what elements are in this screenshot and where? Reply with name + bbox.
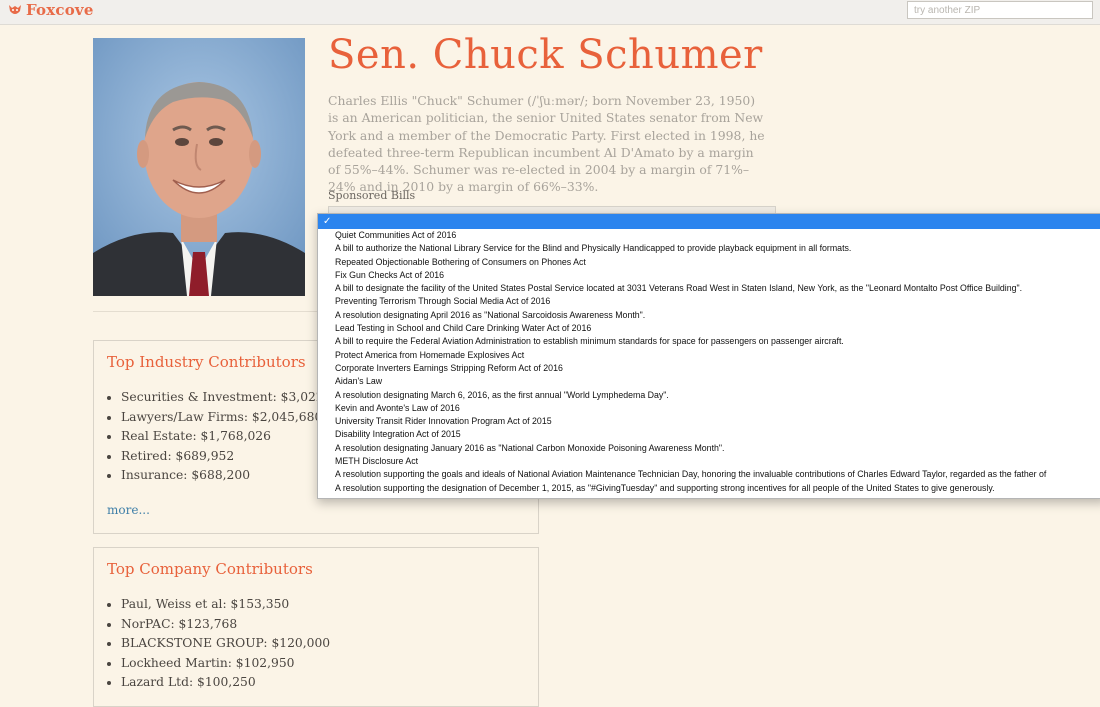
company-contributors-title: Top Company Contributors: [107, 560, 313, 578]
company-contributors-panel: Top Company Contributors Paul, Weiss et …: [93, 547, 539, 707]
dropdown-option[interactable]: A resolution supporting the goals and id…: [318, 468, 1100, 481]
dropdown-selected-option[interactable]: ✓: [318, 214, 1100, 229]
dropdown-option[interactable]: Repeated Objectionable Bothering of Cons…: [318, 256, 1100, 269]
senator-portrait: [93, 38, 305, 296]
dropdown-option[interactable]: Quiet Communities Act of 2016: [318, 229, 1100, 242]
more-link[interactable]: more...: [107, 503, 150, 517]
dropdown-option[interactable]: A resolution designating March 6, 2016, …: [318, 389, 1100, 402]
industry-contributors-title: Top Industry Contributors: [107, 353, 306, 371]
dropdown-option[interactable]: Corporate Inverters Earnings Stripping R…: [318, 362, 1100, 375]
dropdown-option[interactable]: METH Disclosure Act: [318, 455, 1100, 468]
dropdown-option[interactable]: A resolution designating April 2016 as "…: [318, 309, 1100, 322]
logo[interactable]: Foxcove: [7, 1, 94, 19]
sponsored-bills-dropdown[interactable]: ✓ Quiet Communities Act of 2016 A bill t…: [317, 213, 1100, 499]
list-item: BLACKSTONE GROUP: $120,000: [121, 634, 330, 654]
dropdown-option[interactable]: A bill to authorize the National Library…: [318, 242, 1100, 255]
dropdown-option[interactable]: A resolution designating January 2016 as…: [318, 442, 1100, 455]
list-item: Paul, Weiss et al: $153,350: [121, 595, 330, 615]
list-item: Lazard Ltd: $100,250: [121, 673, 330, 693]
list-item: NorPAC: $123,768: [121, 615, 330, 635]
dropdown-option[interactable]: A bill to require the Federal Aviation A…: [318, 335, 1100, 348]
industry-contributors-list: Securities & Investment: $3,022,231 Lawy…: [107, 388, 351, 486]
senator-bio: Charles Ellis "Chuck" Schumer (/ˈʃuːmər/…: [328, 93, 765, 195]
fox-icon: [7, 2, 23, 18]
senator-name: Sen. Chuck Schumer: [328, 32, 763, 78]
company-contributors-list: Paul, Weiss et al: $153,350 NorPAC: $123…: [107, 595, 330, 693]
dropdown-option[interactable]: Protect America from Homemade Explosives…: [318, 349, 1100, 362]
dropdown-option[interactable]: Preventing Terrorism Through Social Medi…: [318, 295, 1100, 308]
dropdown-option[interactable]: University Transit Rider Innovation Prog…: [318, 415, 1100, 428]
zip-search-input[interactable]: [907, 1, 1093, 19]
dropdown-option[interactable]: A resolution supporting the designation …: [318, 482, 1100, 495]
dropdown-option[interactable]: Lead Testing in School and Child Care Dr…: [318, 322, 1100, 335]
dropdown-option[interactable]: A bill to designate the facility of the …: [318, 282, 1100, 295]
dropdown-option[interactable]: Fix Gun Checks Act of 2016: [318, 269, 1100, 282]
list-item: Lockheed Martin: $102,950: [121, 654, 330, 674]
top-bar: Foxcove: [0, 0, 1100, 25]
dropdown-option[interactable]: Aidan's Law: [318, 375, 1100, 388]
checkmark-icon: ✓: [323, 216, 332, 227]
dropdown-option[interactable]: Kevin and Avonte's Law of 2016: [318, 402, 1100, 415]
sponsored-bills-label: Sponsored Bills: [328, 189, 416, 202]
logo-text: Foxcove: [26, 1, 94, 19]
dropdown-option[interactable]: Disability Integration Act of 2015: [318, 428, 1100, 441]
